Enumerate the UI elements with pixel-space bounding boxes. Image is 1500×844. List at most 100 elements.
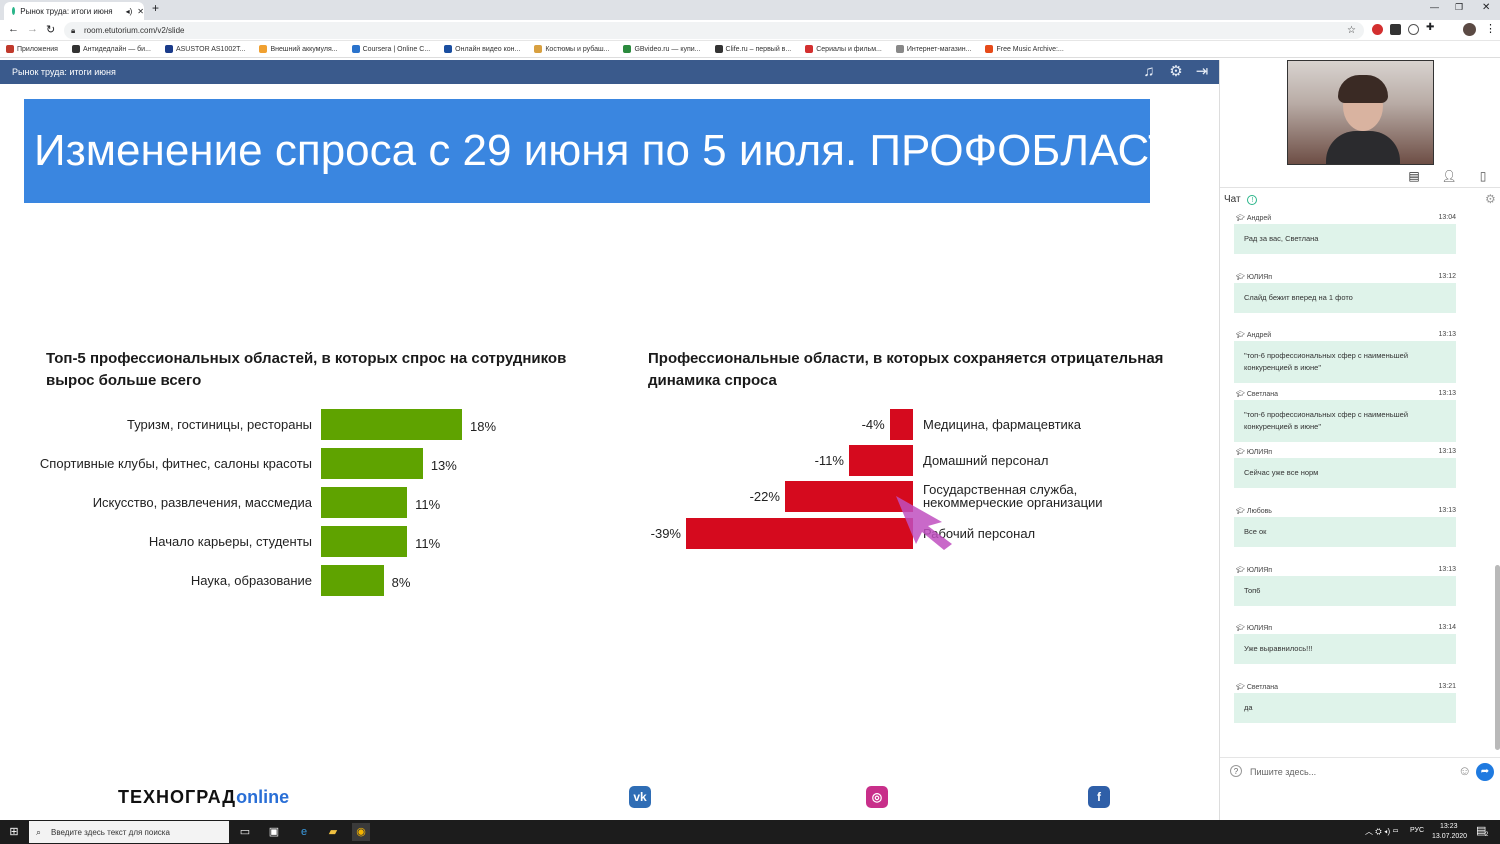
reload-icon[interactable]: ↻ xyxy=(46,23,55,36)
edge-icon[interactable]: e xyxy=(295,823,313,841)
bookmark-item[interactable]: GBvideo.ru — купи... xyxy=(623,45,701,53)
taskbar-search-input[interactable]: ⌕ Введите здесь текст для поиска xyxy=(29,821,229,843)
tab-files[interactable]: ▯ xyxy=(1466,169,1500,187)
tab-title: Рынок труда: итоги июня xyxy=(20,6,113,16)
chat-message-input[interactable]: Пишите здесь... xyxy=(1250,767,1316,777)
clock-time[interactable]: 13:23 xyxy=(1440,823,1458,830)
chat-message-list: 🎓︎ Андрей 13:04 Рад за вас, Светлана 🎓︎ ЮЛИ… xyxy=(1220,214,1491,754)
forward-icon[interactable]: → xyxy=(27,23,38,35)
graduation-cap-icon: 🎓︎ xyxy=(1236,332,1247,340)
file-explorer-icon[interactable]: ▰ xyxy=(324,823,342,841)
language-indicator[interactable]: РУС xyxy=(1410,827,1424,834)
bookmark-item[interactable]: Free Music Archive:... xyxy=(985,45,1064,53)
graduation-cap-icon: 🎓︎ xyxy=(1236,215,1247,222)
instagram-icon[interactable]: ◎ xyxy=(866,786,888,808)
bookmark-favicon-icon xyxy=(534,45,543,53)
graduation-cap-icon: 🎓︎ xyxy=(1236,508,1247,515)
data-label: -4% xyxy=(861,417,885,432)
slide-title: Изменение спроса с 29 июня по 5 июля. ПР… xyxy=(34,126,1207,175)
exit-icon[interactable]: ⇥ xyxy=(1193,63,1211,81)
avatar[interactable] xyxy=(1463,23,1476,36)
close-window-button[interactable]: ✕ xyxy=(1482,2,1490,13)
bar xyxy=(848,445,913,476)
chat-message: 🎓︎ ЮЛИЯп 13:13 Топ6 xyxy=(1230,566,1456,606)
emoji-icon[interactable]: ☺ xyxy=(1458,763,1471,778)
chrome-icon[interactable]: ◉ xyxy=(352,823,370,841)
app-header: Рынок труда: итоги июня xyxy=(0,60,1219,84)
browser-tab[interactable]: Рынок труда: итоги июня ◂) ✕ xyxy=(4,2,144,20)
kebab-menu-icon[interactable]: ⋮ xyxy=(1485,22,1496,35)
site-favicon-icon xyxy=(12,7,16,15)
help-icon[interactable]: ? xyxy=(1230,765,1242,777)
send-button[interactable]: ➦ xyxy=(1476,763,1494,781)
chat-author: 🎓︎ Светлана xyxy=(1236,683,1278,691)
tray-icons[interactable]: ︿ ⛭ ◂) ▭ xyxy=(1365,826,1399,837)
chat-bubble: "топ-6 профессиональных сфер с наименьше… xyxy=(1234,399,1456,442)
tab-participants[interactable]: 👤︎ xyxy=(1432,169,1466,187)
category-label: Домашний персонал xyxy=(923,453,1049,468)
bookmark-item[interactable]: Онлайн видео кон... xyxy=(444,45,520,53)
vk-icon[interactable]: vk xyxy=(629,786,651,808)
chat-timestamp: 13:13 xyxy=(1438,389,1456,397)
app-icon[interactable]: ▣ xyxy=(265,823,283,841)
chat-settings-gear-icon[interactable]: ⚙ xyxy=(1485,192,1496,206)
bookmark-item[interactable]: ASUSTOR AS1002T... xyxy=(164,45,245,53)
extension-icon[interactable] xyxy=(1372,24,1383,35)
clock-date[interactable]: 13.07.2020 xyxy=(1432,833,1467,840)
chat-bubble: да xyxy=(1234,692,1456,723)
chat-author: 🎓︎ ЮЛИЯп xyxy=(1236,273,1273,281)
page-title: Рынок труда: итоги июня xyxy=(12,67,116,77)
chat-author: 🎓︎ ЮЛИЯп xyxy=(1236,449,1273,457)
graduation-cap-icon: 🎓︎ xyxy=(1236,625,1247,633)
extension-icon[interactable] xyxy=(1408,24,1419,35)
chat-scrollbar[interactable] xyxy=(1495,565,1500,750)
chat-timestamp: 13:21 xyxy=(1438,682,1456,690)
graduation-cap-icon: 🎓︎ xyxy=(1236,683,1247,691)
facebook-icon[interactable]: f xyxy=(1088,786,1110,808)
windows-taskbar: ⊞ ⌕ Введите здесь текст для поиска ▭ ▣ e… xyxy=(0,820,1500,844)
minimize-window-button[interactable]: — xyxy=(1430,2,1439,12)
chat-input-row: ? Пишите здесь... ☺ ➦ xyxy=(1220,757,1500,785)
bookmark-item[interactable]: Clife.ru – первый в... xyxy=(714,45,791,53)
graduation-cap-icon: 🎓︎ xyxy=(1236,273,1247,281)
data-label: 18% xyxy=(470,419,497,434)
chat-message-meta: 🎓︎ ЮЛИЯп 13:13 xyxy=(1230,566,1456,574)
new-tab-button[interactable]: + xyxy=(152,1,159,15)
task-view-icon[interactable]: ▭ xyxy=(236,823,254,841)
bookmark-item[interactable]: Антидедлайн — би... xyxy=(71,45,151,53)
tab-chat[interactable]: ▤ xyxy=(1397,169,1431,187)
graduation-cap-icon: 🎓︎ xyxy=(1236,566,1247,574)
music-icon[interactable]: ♫ xyxy=(1140,63,1158,81)
chat-timestamp: 13:12 xyxy=(1438,272,1456,280)
chat-message-meta: 🎓︎ Светлана 13:13 xyxy=(1230,390,1456,398)
maximize-window-button[interactable]: ❐ xyxy=(1455,2,1463,13)
bookmark-item[interactable]: Coursera | Online C... xyxy=(351,45,430,53)
bookmark-item[interactable]: Сериалы и фильм... xyxy=(805,45,882,53)
close-tab-icon[interactable]: ✕ xyxy=(137,7,144,16)
bookmark-star-icon[interactable]: ☆ xyxy=(1347,25,1356,36)
chat-message: 🎓︎ Любовь 13:13 Все ок xyxy=(1230,507,1456,547)
bookmark-favicon-icon xyxy=(6,45,14,53)
extension-icon[interactable] xyxy=(1390,24,1401,35)
bookmark-item[interactable]: Приложения xyxy=(6,45,58,53)
bookmark-favicon-icon xyxy=(623,45,632,53)
chat-message-meta: 🎓︎ ЮЛИЯп 13:13 xyxy=(1230,448,1456,456)
graduation-cap-icon: 🎓︎ xyxy=(1236,390,1247,398)
technograd-logo: ТЕХНОГРАДonline xyxy=(118,787,290,807)
info-icon[interactable]: ! xyxy=(1247,195,1258,205)
chat-message-meta: 🎓︎ Любовь 13:13 xyxy=(1230,507,1456,515)
back-icon[interactable]: ← xyxy=(8,23,19,35)
windows-start-icon[interactable]: ⊞ xyxy=(5,823,23,841)
puzzle-icon[interactable]: ✚ xyxy=(1426,22,1434,33)
url-field[interactable]: 🔒︎ room.etutorium.com/v2/slide ☆ xyxy=(64,22,1364,39)
right-sidebar: ▤ 👤︎ ▯ Чат ! ⚙ 🎓︎ Андрей 13:04 Рад за вас,… xyxy=(1219,60,1500,820)
chat-message-meta: 🎓︎ Андрей 13:13 xyxy=(1230,331,1456,339)
gear-icon[interactable]: ⚙ xyxy=(1167,63,1185,81)
bookmark-favicon-icon xyxy=(164,45,173,53)
chat-message: 🎓︎ ЮЛИЯп 13:13 Сейчас уже все норм xyxy=(1230,448,1456,489)
bookmark-item[interactable]: Интернет-магазин... xyxy=(895,45,971,53)
bookmark-item[interactable]: Внешний аккумуля... xyxy=(259,45,338,53)
data-label: 11% xyxy=(415,497,441,512)
bookmark-item[interactable]: Костюмы и рубаш... xyxy=(534,45,609,53)
chat-timestamp: 13:04 xyxy=(1438,214,1456,221)
